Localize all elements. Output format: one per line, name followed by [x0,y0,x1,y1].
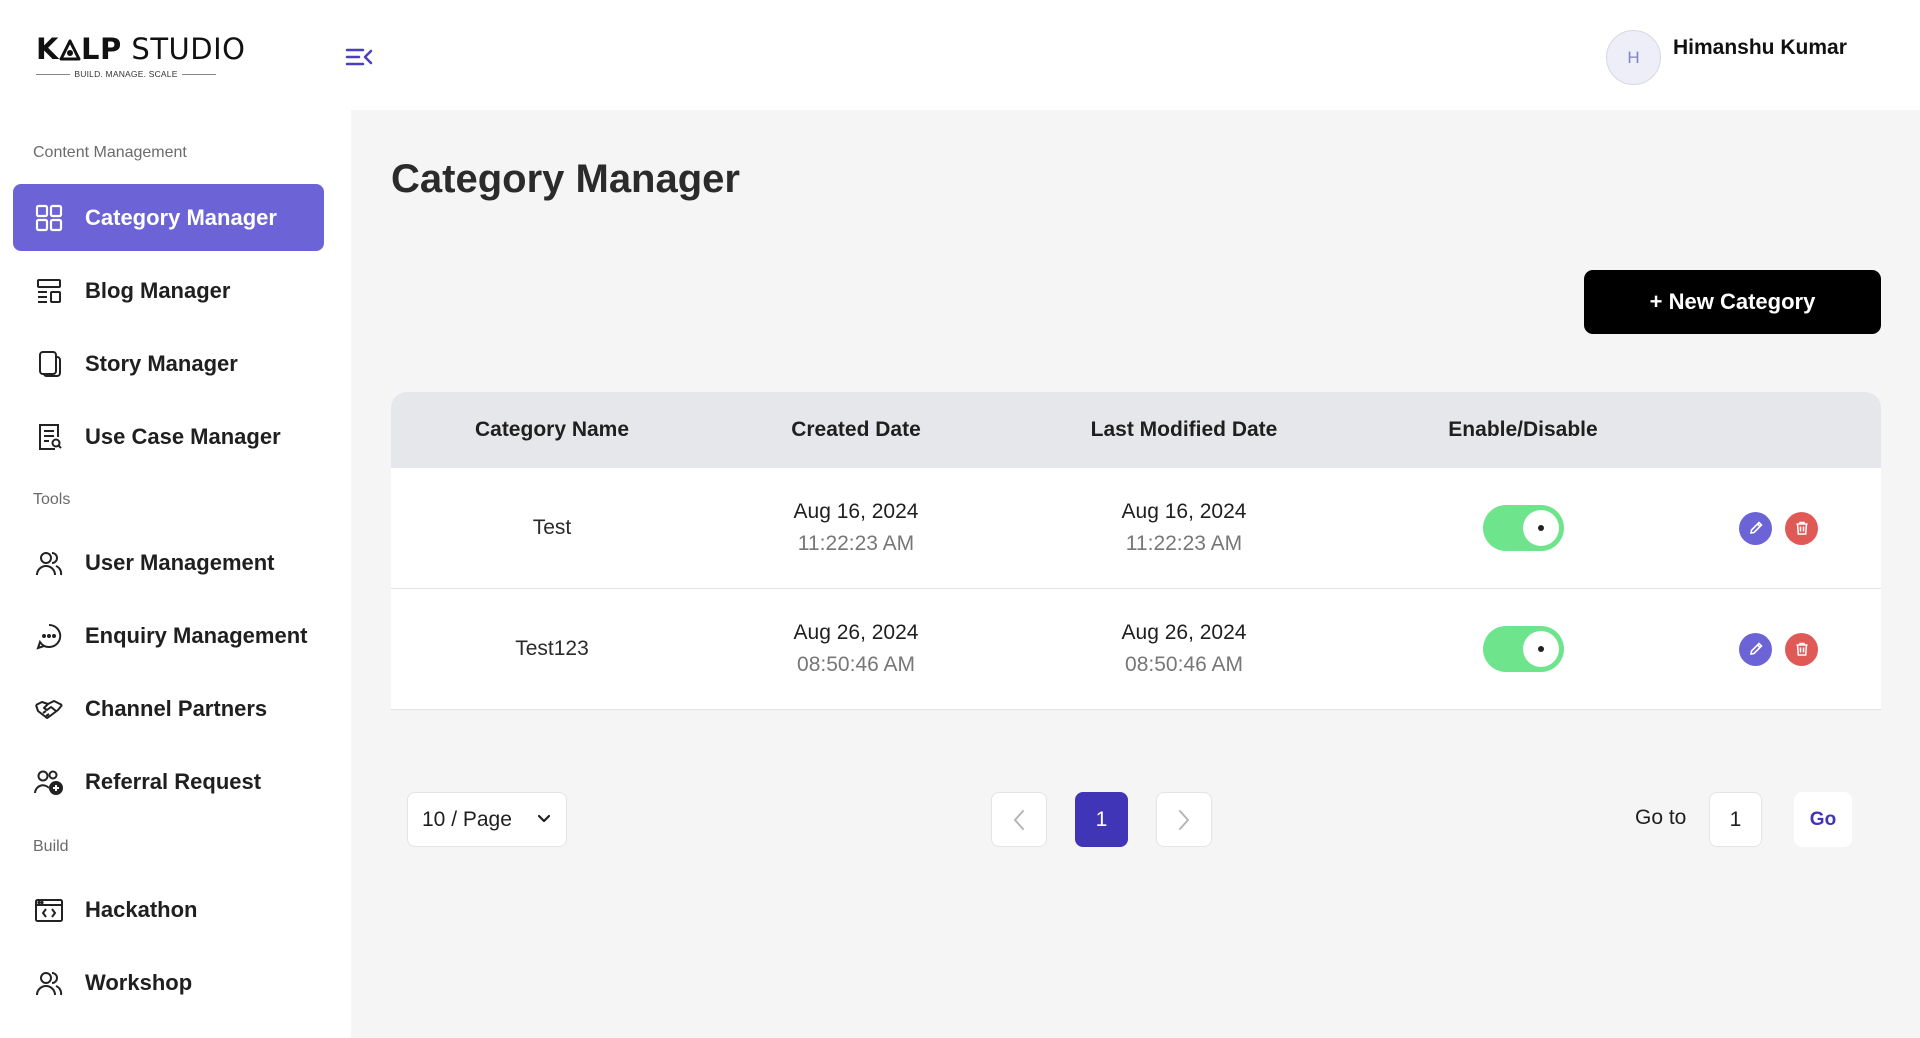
sidebar-item-category-manager[interactable]: Category Manager [13,184,324,251]
category-name: Test [532,516,572,539]
column-header-created-date[interactable]: Created Date [791,418,921,442]
column-header-enable-disable: Enable/Disable [1448,418,1598,441]
users-icon [33,547,65,579]
sidebar-item-story-manager[interactable]: Story Manager [13,330,324,397]
edit-button[interactable] [1739,511,1772,545]
enable-toggle[interactable] [1483,626,1564,672]
chevron-right-icon [1179,809,1189,830]
page-size-value: 10 / Page [422,807,512,831]
avatar[interactable]: H [1606,30,1661,85]
modified-date: Aug 16, 2024 11:22:23 AM [1122,496,1247,560]
sidebar-item-label: Enquiry Management [85,622,308,648]
sidebar-item-referral-request[interactable]: Referral Request [13,748,324,815]
sidebar-item-label: Category Manager [85,204,277,230]
logo[interactable]: K LP STUDIO BUILD. MANAGE. SCALE [36,32,246,80]
section-label-tools: Tools [33,491,71,508]
sidebar-item-enquiry-management[interactable]: Enquiry Management [13,602,324,669]
column-header-category-name[interactable]: Category Name [475,418,629,442]
sidebar-item-channel-partners[interactable]: Channel Partners [13,675,324,742]
sidebar-item-label: Story Manager [85,350,238,376]
logo-glyph-icon [59,39,81,61]
next-page-button[interactable] [1156,792,1212,847]
handshake-icon [33,693,65,725]
sidebar-item-use-case-manager[interactable]: Use Case Manager [13,403,324,470]
trash-icon [1796,521,1807,535]
modified-date: Aug 26, 2024 08:50:46 AM [1122,617,1247,681]
delete-button[interactable] [1785,632,1818,666]
page-number-button[interactable]: 1 [1075,792,1128,847]
top-header: K LP STUDIO BUILD. MANAGE. SCALE H Himans… [0,0,1920,110]
users-icon [33,967,65,999]
document-search-icon [33,421,65,453]
created-time-value: 11:22:23 AM [797,532,915,555]
created-date-value: Aug 26, 2024 [793,621,919,644]
user-profile[interactable]: H Himanshu Kumar [1606,30,1847,86]
section-label-build: Build [33,838,69,855]
sidebar-item-label: Hackathon [85,896,198,922]
category-table: Category Name Created Date Last Modified… [391,392,1881,710]
toggle-knob [1523,510,1559,546]
collapse-menu-icon[interactable] [345,45,373,69]
sidebar-item-label: Blog Manager [85,277,231,303]
section-label-content-management: Content Management [33,144,187,161]
sidebar-item-user-management[interactable]: User Management [13,529,324,596]
logo-wordmark: K LP STUDIO [36,32,246,66]
table-header: Category Name Created Date Last Modified… [391,392,1881,468]
chevron-down-icon [537,814,551,823]
sidebar-item-blog-manager[interactable]: Blog Manager [13,257,324,324]
pencil-icon [1749,521,1763,534]
code-window-icon [33,894,65,926]
toggle-knob [1523,631,1559,667]
sidebar-item-label: Workshop [85,969,193,995]
main-content: Category Manager + New Category Category… [351,110,1920,1038]
previous-page-button[interactable] [991,792,1047,847]
copy-icon [33,348,65,380]
pagination: 10 / Page 1 Go to Go [351,792,1920,852]
modified-date-value: Aug 16, 2024 [1121,500,1247,523]
modified-date-value: Aug 26, 2024 [1121,621,1247,644]
trash-icon [1796,642,1807,656]
edit-button[interactable] [1739,632,1772,666]
go-button[interactable]: Go [1794,792,1852,847]
logo-tagline: BUILD. MANAGE. SCALE [36,69,216,79]
pencil-icon [1749,642,1763,655]
modified-time-value: 11:22:23 AM [1125,532,1243,555]
created-time-value: 08:50:46 AM [797,653,915,676]
delete-button[interactable] [1785,511,1818,545]
goto-label: Go to [1635,806,1687,829]
sidebar-item-workshop[interactable]: Workshop [13,949,324,1016]
chat-bubble-icon [33,620,65,652]
sidebar-item-label: Use Case Manager [85,423,281,449]
table-row: Test Aug 16, 2024 11:22:23 AM Aug 16, 20… [391,468,1881,589]
sidebar-item-label: User Management [85,549,275,575]
category-name: Test123 [515,637,589,660]
user-name: Himanshu Kumar [1673,36,1847,59]
page-size-select[interactable]: 10 / Page [407,792,567,847]
enable-toggle[interactable] [1483,505,1564,551]
sidebar-item-label: Referral Request [85,768,262,794]
sidebar-item-label: Channel Partners [85,695,268,721]
goto-page-input[interactable] [1709,792,1762,847]
sidebar: Content Management Category Manager Blog… [0,110,351,1038]
modified-time-value: 08:50:46 AM [1125,653,1243,676]
new-category-button[interactable]: + New Category [1584,270,1881,334]
page-title: Category Manager [391,157,740,201]
created-date: Aug 26, 2024 08:50:46 AM [794,617,919,681]
sidebar-item-hackathon[interactable]: Hackathon [13,876,324,943]
column-header-last-modified-date[interactable]: Last Modified Date [1091,418,1278,442]
created-date-value: Aug 16, 2024 [793,500,919,523]
user-add-icon [33,766,65,798]
grid-icon [33,202,65,234]
layout-icon [33,275,65,307]
chevron-left-icon [1014,809,1024,830]
created-date: Aug 16, 2024 11:22:23 AM [794,496,919,560]
table-row: Test123 Aug 26, 2024 08:50:46 AM Aug 26,… [391,589,1881,710]
